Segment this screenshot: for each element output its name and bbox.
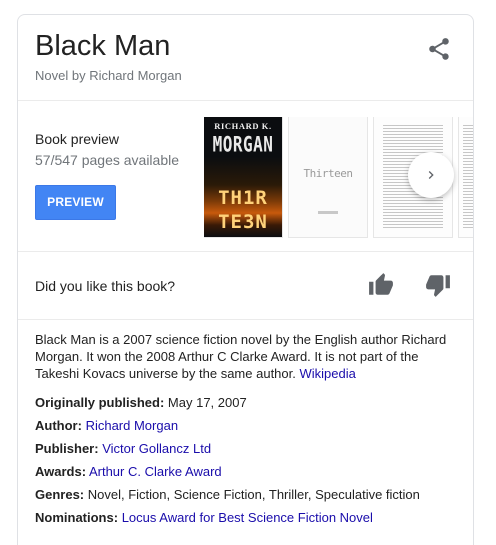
thumb-up-icon[interactable] — [368, 272, 394, 298]
fact-label: Publisher: — [35, 441, 99, 456]
rating-question: Did you like this book? — [35, 278, 176, 294]
nomination-link[interactable]: Locus Award for Best Science Fiction Nov… — [122, 510, 373, 525]
description-text: Black Man is a 2007 science fiction nove… — [35, 332, 447, 381]
fact-label: Awards: — [35, 464, 87, 479]
fact-value: May 17, 2007 — [167, 395, 247, 410]
book-preview-label: Book preview — [35, 131, 120, 147]
fact-publisher: Publisher: Victor Gollancz Ltd — [35, 440, 465, 463]
thumb-down-icon[interactable] — [425, 272, 451, 298]
fact-genres: Genres: Novel, Fiction, Science Fiction,… — [35, 486, 465, 509]
fact-value: Novel, Fiction, Science Fiction, Thrille… — [87, 487, 420, 502]
fact-label: Originally published: — [35, 395, 165, 410]
fact-label: Nominations: — [35, 510, 119, 525]
text-page-thumbnail[interactable] — [459, 117, 473, 237]
fact-label: Genres: — [35, 487, 85, 502]
chevron-right-icon — [428, 171, 434, 179]
fact-label: Author: — [35, 418, 82, 433]
fact-published: Originally published: May 17, 2007 — [35, 394, 465, 417]
publisher-link[interactable]: Victor Gollancz Ltd — [102, 441, 211, 456]
wikipedia-link[interactable]: Wikipedia — [300, 366, 356, 381]
book-description: Black Man is a 2007 science fiction nove… — [35, 331, 465, 382]
share-icon[interactable] — [426, 36, 452, 62]
rating-section: Did you like this book? — [18, 252, 473, 320]
cover-title-line2: TE3N — [218, 211, 268, 233]
pages-available: 57/547 pages available — [35, 152, 180, 168]
book-facts: Originally published: May 17, 2007 Autho… — [35, 394, 465, 532]
title-page-thumbnail[interactable]: Thirteen — [289, 117, 367, 237]
fact-nominations: Nominations: Locus Award for Best Scienc… — [35, 509, 465, 532]
book-preview-section: Book preview 57/547 pages available PREV… — [18, 101, 473, 252]
book-title: Black Man — [35, 30, 171, 62]
author-link[interactable]: Richard Morgan — [86, 418, 179, 433]
text-page-lines — [463, 125, 473, 229]
cover-author: RICHARD K. — [214, 121, 272, 131]
next-page-button[interactable] — [408, 152, 454, 198]
title-page-text: Thirteen — [303, 167, 353, 180]
fact-author: Author: Richard Morgan — [35, 417, 465, 440]
award-link[interactable]: Arthur C. Clarke Award — [89, 464, 222, 479]
title-page-imprint — [318, 211, 338, 214]
book-subtitle: Novel by Richard Morgan — [35, 68, 182, 83]
cover-name: MORGAN — [212, 131, 274, 157]
knowledge-panel: Black Man Novel by Richard Morgan Book p… — [17, 14, 474, 545]
fact-awards: Awards: Arthur C. Clarke Award — [35, 463, 465, 486]
cover-title-line1: TH1R — [218, 187, 268, 209]
panel-header: Black Man Novel by Richard Morgan — [18, 15, 473, 101]
book-cover-thumbnail[interactable]: RICHARD K. MORGAN TH1R TE3N — [204, 117, 282, 237]
preview-button[interactable]: PREVIEW — [35, 185, 116, 220]
